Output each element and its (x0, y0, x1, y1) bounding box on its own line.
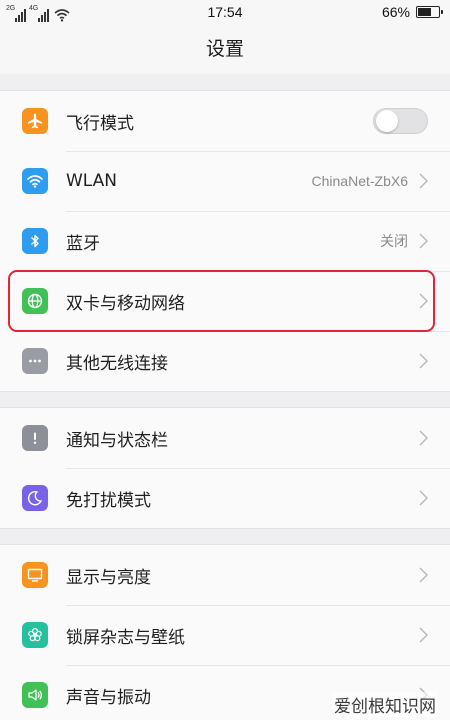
chevron-right-icon (419, 490, 428, 506)
bluetooth-icon (22, 228, 48, 254)
settings-item-label: 蓝牙 (66, 233, 100, 254)
page-title: 设置 (205, 38, 244, 60)
chevron-right-icon (419, 353, 428, 369)
header-bar: 设置 (0, 26, 450, 74)
battery-percent: 66% (381, 4, 410, 20)
wifi-icon (22, 168, 48, 194)
settings-group-connectivity: 飞行模式 WLAN ChinaNet-ZbX6 蓝牙 关闭 双卡与移动网络 其他… (0, 90, 450, 392)
settings-item-wlan[interactable]: WLAN ChinaNet-ZbX6 (0, 151, 450, 211)
wlan-network-name: ChinaNet-ZbX6 (311, 173, 409, 189)
settings-item-label: WLAN (66, 171, 118, 191)
settings-item-label: 免打扰模式 (66, 490, 151, 511)
settings-item-lockscreen-wallpaper[interactable]: 锁屏杂志与壁纸 (0, 605, 450, 665)
settings-item-other-wireless[interactable]: 其他无线连接 (0, 331, 450, 391)
monitor-icon (22, 562, 48, 588)
chevron-right-icon (419, 627, 428, 643)
settings-item-label: 声音与振动 (66, 687, 151, 708)
settings-item-bluetooth[interactable]: 蓝牙 关闭 (0, 211, 450, 271)
more-icon (22, 348, 48, 374)
chevron-right-icon (419, 567, 428, 583)
settings-item-display-brightness[interactable]: 显示与亮度 (0, 545, 450, 605)
chevron-right-icon (419, 430, 428, 446)
settings-item-label: 通知与状态栏 (66, 430, 168, 451)
speaker-icon (22, 682, 48, 708)
settings-group-notifications: 通知与状态栏 免打扰模式 (0, 407, 450, 529)
settings-item-label: 飞行模式 (66, 113, 134, 134)
moon-icon (22, 485, 48, 511)
settings-item-label: 双卡与移动网络 (66, 293, 185, 314)
watermark: 爱创根知识网 (332, 692, 438, 717)
settings-item-do-not-disturb[interactable]: 免打扰模式 (0, 468, 450, 528)
bluetooth-status: 关闭 (380, 233, 408, 249)
flower-icon (22, 622, 48, 648)
chevron-right-icon (419, 233, 428, 249)
chevron-right-icon (419, 293, 428, 309)
settings-item-label: 锁屏杂志与壁纸 (66, 627, 185, 648)
settings-item-label: 其他无线连接 (66, 353, 168, 374)
chevron-right-icon (419, 173, 428, 189)
settings-item-notifications-status-bar[interactable]: 通知与状态栏 (0, 408, 450, 468)
status-bar: 2G 4G 17:54 66% (0, 0, 450, 26)
settings-item-label: 显示与亮度 (66, 567, 151, 588)
globe-icon (22, 288, 48, 314)
airplane-icon (22, 108, 48, 134)
exclamation-icon (22, 425, 48, 451)
battery-icon (416, 6, 443, 18)
settings-item-dual-sim-mobile-network[interactable]: 双卡与移动网络 (0, 271, 450, 331)
settings-item-airplane-mode[interactable]: 飞行模式 (0, 91, 450, 151)
airplane-mode-toggle[interactable] (373, 108, 428, 134)
